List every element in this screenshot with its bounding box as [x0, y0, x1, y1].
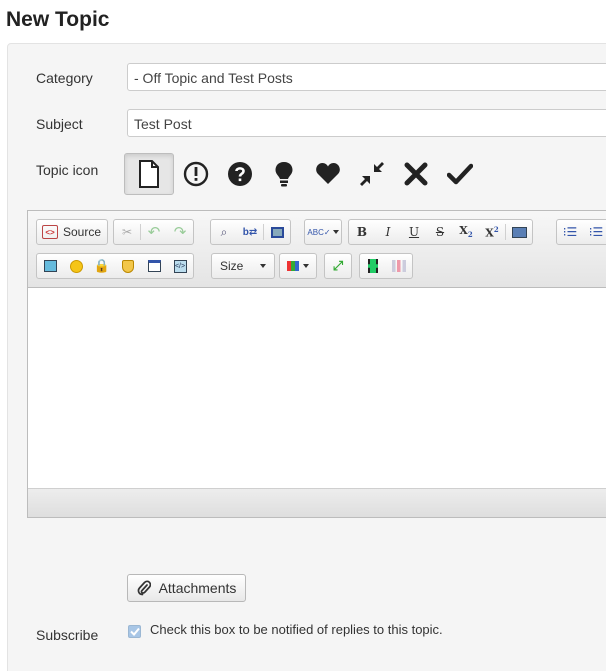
bold-button[interactable]: B [349, 220, 375, 244]
merge-icon[interactable] [350, 153, 394, 195]
new-topic-page: New Topic Category - Off Topic and Test … [0, 0, 606, 671]
spellcheck-icon: ABC✓ [307, 227, 331, 237]
chevron-down-icon [260, 264, 266, 268]
idea-icon[interactable] [262, 153, 306, 195]
source-icon: <> [42, 225, 58, 239]
lock-icon: 🔒 [93, 258, 111, 273]
maximize-button[interactable]: ⤢ [325, 254, 351, 278]
replace-icon: b⇄ [242, 226, 258, 238]
exclamation-icon[interactable] [174, 153, 218, 195]
superscript-icon: X2 [485, 224, 499, 240]
italic-button[interactable]: I [375, 220, 401, 244]
subscript-button[interactable]: X2 [453, 220, 479, 244]
attachments-button-label: Attachments [158, 580, 237, 596]
color-palette-icon [287, 261, 299, 271]
smiley-icon [69, 259, 83, 273]
default-icon[interactable] [124, 153, 174, 195]
source-button-label: Source [63, 225, 102, 239]
superscript-button[interactable]: X2 [479, 220, 505, 244]
subscribe-label: Subscribe [36, 627, 99, 643]
maximize-group: ⤢ [324, 253, 352, 279]
strikethrough-icon: S [435, 225, 445, 239]
category-select[interactable]: - Off Topic and Test Posts [127, 63, 606, 91]
subscript-icon: X2 [459, 224, 473, 240]
confidential-button[interactable] [115, 254, 141, 278]
select-all-button[interactable] [264, 220, 290, 244]
solved-icon[interactable] [438, 153, 482, 195]
source-group: <> Source [36, 219, 109, 245]
redo-icon: ↷ [173, 224, 187, 241]
page-title: New Topic [6, 8, 110, 31]
code-icon: </> [173, 259, 187, 273]
checkmark-icon [129, 627, 140, 636]
smiley-button[interactable] [63, 254, 89, 278]
video-button[interactable] [360, 254, 386, 278]
embed-button[interactable] [141, 254, 167, 278]
bulleted-list-button[interactable]: ⁝☰ [583, 220, 606, 244]
undo-icon: ↶ [147, 224, 161, 241]
editor-status-bar [28, 488, 606, 517]
underline-icon: U [408, 225, 420, 239]
clipboard-group: ✂ ↶ ↷ [113, 219, 194, 245]
undo-button[interactable]: ↶ [141, 220, 167, 244]
size-dropdown-label: Size [220, 259, 244, 273]
chevron-down-icon [303, 264, 309, 268]
media-group [359, 253, 413, 279]
numbered-list-button[interactable]: ⁝☰ [557, 220, 583, 244]
question-icon[interactable] [218, 153, 262, 195]
redo-button[interactable]: ↷ [167, 220, 193, 244]
topic-icon-picker [124, 153, 482, 195]
film-icon [368, 259, 378, 273]
chevron-down-icon [332, 230, 339, 234]
attachments-button[interactable]: Attachments [127, 574, 246, 602]
cut-button[interactable]: ✂ [114, 220, 140, 244]
select-all-icon [270, 226, 284, 238]
subscribe-text: Check this box to be notified of replies… [150, 622, 443, 637]
find-group: ⌕ b⇄ [210, 219, 291, 245]
spellcheck-group: ABC✓ [304, 219, 342, 245]
list-group: ⁝☰ ⁝☰ [556, 219, 606, 245]
magnifier-icon: ⌕ [220, 224, 228, 239]
size-dropdown[interactable]: Size [212, 254, 274, 278]
remove-format-button[interactable] [506, 220, 532, 244]
chart-button[interactable] [386, 254, 412, 278]
code-button[interactable]: </> [167, 254, 193, 278]
format-group: B I U S X2 X2 [348, 219, 533, 245]
bold-icon: B [356, 225, 368, 239]
italic-icon: I [385, 225, 391, 239]
subscribe-checkbox[interactable] [128, 625, 141, 638]
cancel-icon[interactable] [394, 153, 438, 195]
editor-toolbar: <> Source ✂ ↶ ↷ ⌕ b⇄ ABC✓ B I U S X2 X2 … [28, 211, 606, 288]
love-icon[interactable] [306, 153, 350, 195]
bulleted-list-icon: ⁝☰ [588, 225, 604, 239]
source-button[interactable]: <> Source [37, 220, 107, 244]
scissors-icon: ✂ [121, 225, 133, 239]
text-color-button[interactable] [280, 254, 316, 278]
strikethrough-button[interactable]: S [427, 220, 453, 244]
numbered-list-icon: ⁝☰ [562, 225, 578, 239]
image-button[interactable] [37, 254, 63, 278]
subject-input[interactable]: Test Post [127, 109, 606, 137]
bar-chart-icon [392, 260, 406, 272]
spellcheck-button[interactable]: ABC✓ [305, 220, 341, 244]
subject-label: Subject [36, 116, 83, 132]
image-icon [43, 260, 57, 272]
rich-text-editor: <> Source ✂ ↶ ↷ ⌕ b⇄ ABC✓ B I U S X2 X2 … [27, 210, 606, 518]
size-group: Size [211, 253, 275, 279]
underline-button[interactable]: U [401, 220, 427, 244]
paperclip-icon [137, 580, 151, 596]
category-label: Category [36, 70, 93, 86]
editor-content-area[interactable] [28, 288, 606, 488]
hide-button[interactable]: 🔒 [89, 254, 115, 278]
shield-icon [122, 259, 134, 273]
remove-format-icon [511, 226, 527, 238]
color-group [279, 253, 317, 279]
maximize-icon: ⤢ [332, 258, 344, 273]
replace-button[interactable]: b⇄ [237, 220, 263, 244]
find-button[interactable]: ⌕ [211, 220, 237, 244]
topic-icon-label: Topic icon [36, 162, 99, 178]
window-icon [147, 260, 161, 272]
insert-group: 🔒 </> [36, 253, 194, 279]
